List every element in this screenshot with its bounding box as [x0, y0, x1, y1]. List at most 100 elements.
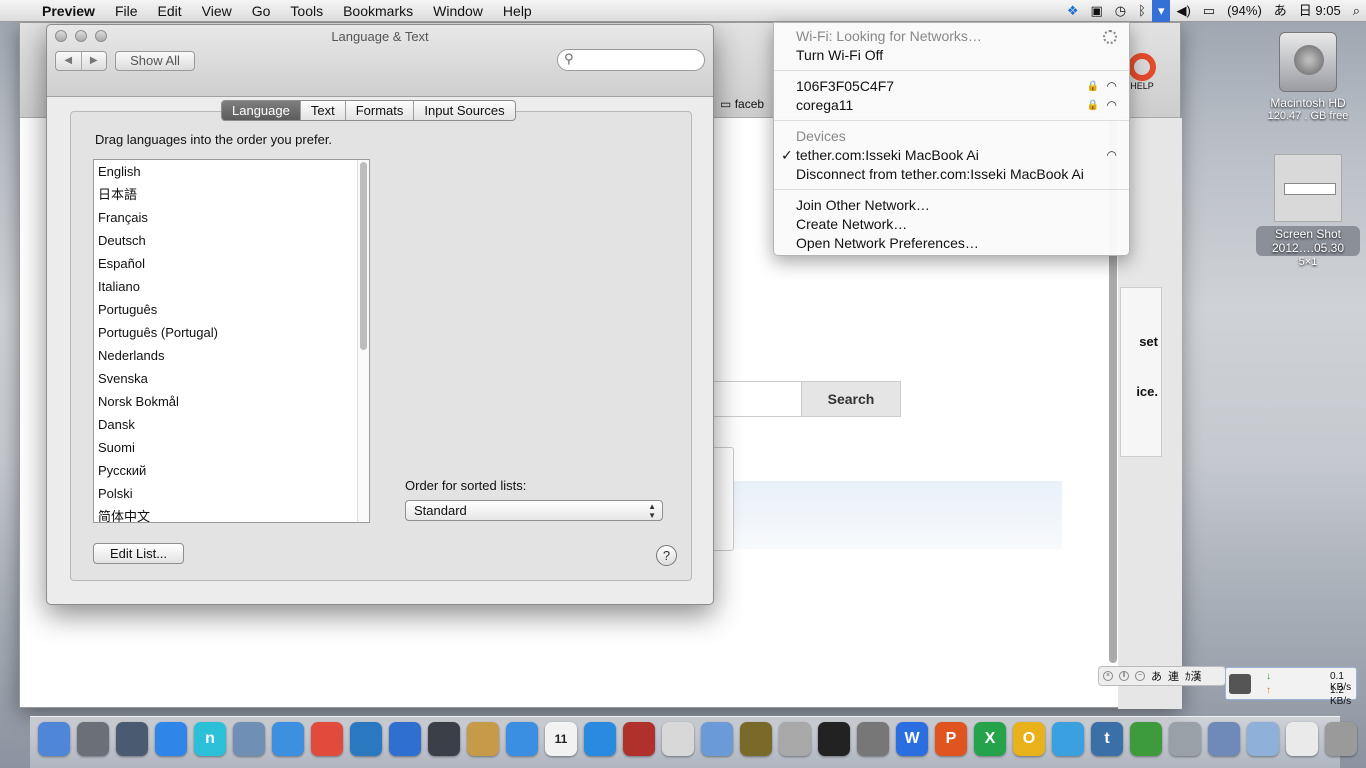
outlook-icon[interactable]: O	[1013, 722, 1045, 756]
edit-list-button[interactable]: Edit List...	[93, 543, 184, 564]
language-item[interactable]: 日本語	[94, 183, 369, 206]
tab-input-sources[interactable]: Input Sources	[414, 101, 514, 120]
menu-help[interactable]: Help	[493, 0, 542, 22]
itunes-icon[interactable]	[584, 722, 616, 756]
network-item[interactable]: corega11 🔒 ◠	[774, 96, 1129, 115]
menu-edit[interactable]: Edit	[148, 0, 192, 22]
spotlight-icon[interactable]: ⌕	[1347, 0, 1366, 22]
radar-icon[interactable]	[740, 722, 772, 756]
language-item[interactable]: Polski	[94, 482, 369, 505]
doctor-icon[interactable]	[779, 722, 811, 756]
photo-booth-icon[interactable]	[623, 722, 655, 756]
language-item[interactable]: Español	[94, 252, 369, 275]
ime-kanji[interactable]: ｶ漢	[1185, 668, 1202, 684]
messenger-icon[interactable]	[1052, 722, 1084, 756]
chrome-icon[interactable]	[311, 722, 343, 756]
prefs-search-input[interactable]: ⚲	[557, 49, 705, 71]
folder-icon[interactable]	[1247, 722, 1279, 756]
language-item[interactable]: Suomi	[94, 436, 369, 459]
tab-text[interactable]: Text	[301, 101, 346, 120]
input-method-indicator[interactable]: あ	[1268, 0, 1293, 22]
menu-go[interactable]: Go	[242, 0, 281, 22]
language-list-scrollbar[interactable]	[357, 160, 369, 522]
app-store-icon[interactable]	[155, 722, 187, 756]
document-icon[interactable]	[1286, 722, 1318, 756]
join-other-network-item[interactable]: Join Other Network…	[774, 196, 1129, 215]
language-item[interactable]: Norsk Bokmål	[94, 390, 369, 413]
time-machine-icon[interactable]: ◷	[1109, 0, 1132, 22]
word-icon[interactable]: W	[896, 722, 928, 756]
language-item[interactable]: Русский	[94, 459, 369, 482]
menu-view[interactable]: View	[192, 0, 242, 22]
powerpoint-icon[interactable]: P	[935, 722, 967, 756]
disconnect-item[interactable]: Disconnect from tether.com:Isseki MacBoo…	[774, 165, 1129, 184]
ime-close-icon[interactable]: ×	[1103, 671, 1113, 681]
language-item[interactable]: 简体中文	[94, 505, 369, 522]
launchpad-icon[interactable]	[77, 722, 109, 756]
language-item[interactable]: Français	[94, 206, 369, 229]
utility-icon[interactable]	[662, 722, 694, 756]
tab-language[interactable]: Language	[222, 101, 301, 120]
ime-option-icon[interactable]: −	[1135, 671, 1145, 681]
dropbox-icon[interactable]: ❖	[1061, 0, 1085, 22]
menu-bookmarks[interactable]: Bookmarks	[333, 0, 423, 22]
system-preferences-icon[interactable]	[857, 722, 889, 756]
calendar-icon[interactable]: 11	[545, 722, 577, 756]
menu-file[interactable]: File	[105, 0, 148, 22]
activity-monitor-icon[interactable]	[116, 722, 148, 756]
language-list-scroll-thumb[interactable]	[360, 162, 367, 350]
ime-kana[interactable]: あ	[1151, 668, 1162, 684]
show-all-button[interactable]: Show All	[115, 51, 195, 71]
facetime-icon[interactable]	[428, 722, 460, 756]
photos-icon[interactable]	[1208, 722, 1240, 756]
excel-icon[interactable]: X	[974, 722, 1006, 756]
forward-arrow-icon[interactable]: ▶	[82, 52, 107, 70]
battery-icon[interactable]: ▭	[1197, 0, 1221, 22]
language-item[interactable]: Deutsch	[94, 229, 369, 252]
desktop-screenshot[interactable]: Screen Shot 2012….05.30 5×1	[1256, 154, 1360, 268]
page-search-button[interactable]: Search	[801, 381, 901, 417]
menu-clock[interactable]: 日 9:05	[1293, 0, 1347, 22]
camera-icon[interactable]	[389, 722, 421, 756]
sort-order-select[interactable]: Standard ▲ ▼	[405, 500, 663, 521]
language-item[interactable]: Nederlands	[94, 344, 369, 367]
language-item[interactable]: English	[94, 160, 369, 183]
page-search-input[interactable]	[710, 381, 802, 417]
volume-icon[interactable]: ◀)	[1170, 0, 1196, 22]
wifi-toggle-item[interactable]: Turn Wi-Fi Off	[774, 46, 1129, 65]
tumblr-icon[interactable]: t	[1091, 722, 1123, 756]
open-network-preferences-item[interactable]: Open Network Preferences…	[774, 234, 1129, 253]
ime-minimize-icon[interactable]: ‖	[1119, 671, 1129, 681]
ime-renbun[interactable]: 連	[1168, 668, 1179, 684]
device-item[interactable]: ✓ tether.com:Isseki MacBook Ai ◠	[774, 146, 1129, 165]
menu-app[interactable]: Preview	[40, 0, 105, 22]
language-item[interactable]: Svenska	[94, 367, 369, 390]
language-item[interactable]: Português	[94, 298, 369, 321]
language-item[interactable]: Italiano	[94, 275, 369, 298]
bluetooth-icon[interactable]: ᛒ	[1132, 0, 1152, 22]
wifi-icon[interactable]: ▾	[1151, 0, 1171, 22]
bookmark-folder[interactable]: ▭ faceb	[720, 97, 764, 111]
network-icon[interactable]	[350, 722, 382, 756]
help-button[interactable]: HELP	[1128, 53, 1156, 91]
safari-icon[interactable]	[272, 722, 304, 756]
downloader-icon[interactable]	[1130, 722, 1162, 756]
n-app-icon[interactable]: n	[194, 722, 226, 756]
virtual-machine-icon[interactable]	[1169, 722, 1201, 756]
network-item[interactable]: 106F3F05C4F7 🔒 ◠	[774, 77, 1129, 96]
language-item[interactable]: Português (Portugal)	[94, 321, 369, 344]
preview-icon[interactable]	[701, 722, 733, 756]
language-item[interactable]: Dansk	[94, 413, 369, 436]
address-book-icon[interactable]	[467, 722, 499, 756]
finder-icon[interactable]	[38, 722, 70, 756]
tab-formats[interactable]: Formats	[346, 101, 415, 120]
desktop-hd[interactable]: Macintosh HD 120.47 . GB free	[1258, 32, 1358, 122]
help-question-button[interactable]: ?	[656, 545, 677, 566]
package-icon[interactable]: ▣	[1084, 0, 1108, 22]
menu-tools[interactable]: Tools	[280, 0, 333, 22]
dropbox-icon[interactable]	[506, 722, 538, 756]
battery-percent[interactable]: (94%)	[1221, 0, 1268, 22]
trash-icon[interactable]	[1325, 722, 1357, 756]
mail-icon[interactable]	[233, 722, 265, 756]
language-list[interactable]: English 日本語 Français Deutsch Español Ita…	[93, 159, 370, 523]
